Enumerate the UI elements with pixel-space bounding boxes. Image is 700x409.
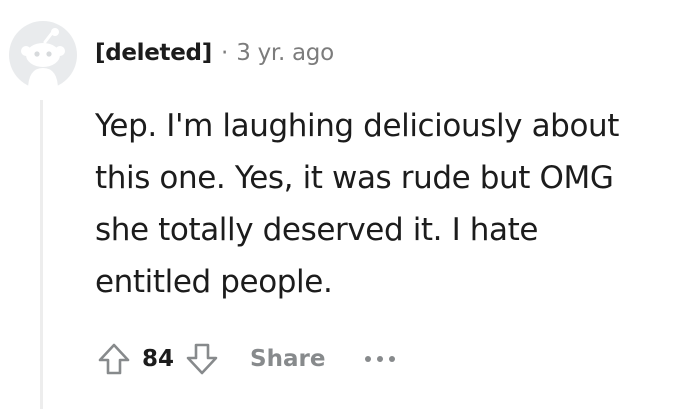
share-button[interactable]: Share [250, 346, 325, 372]
comment-body-line: she totally deserved it. I hate [95, 212, 539, 248]
comment-body-line: Yep. I'm laughing deliciously about [95, 108, 620, 144]
overflow-menu-button[interactable] [365, 344, 396, 374]
meta-separator: · [220, 40, 229, 66]
downvote-arrow-icon [186, 343, 218, 375]
overflow-menu-dot [389, 356, 396, 362]
comment-actions: 84 Share [90, 335, 396, 383]
vote-score: 84 [142, 346, 175, 372]
upvote-button[interactable] [90, 335, 138, 383]
overflow-menu-dot [377, 356, 384, 362]
comment-meta: [deleted] · 3 yr. ago [95, 36, 334, 70]
comment-body-line: this one. Yes, it was rude but OMG [95, 160, 614, 196]
downvote-button[interactable] [178, 335, 226, 383]
overflow-menu-icon [365, 356, 372, 362]
thread-line[interactable] [40, 100, 43, 409]
avatar[interactable] [8, 20, 78, 90]
timestamp[interactable]: 3 yr. ago [236, 40, 334, 66]
author-name[interactable]: [deleted] [95, 40, 212, 66]
upvote-arrow-icon [98, 343, 130, 375]
comment-body-line: entitled people. [95, 264, 333, 300]
snoo-avatar-icon [9, 21, 77, 90]
comment-body: Yep. I'm laughing deliciously about this… [95, 100, 675, 308]
comment: [deleted] · 3 yr. ago Yep. I'm laughing … [0, 0, 700, 409]
